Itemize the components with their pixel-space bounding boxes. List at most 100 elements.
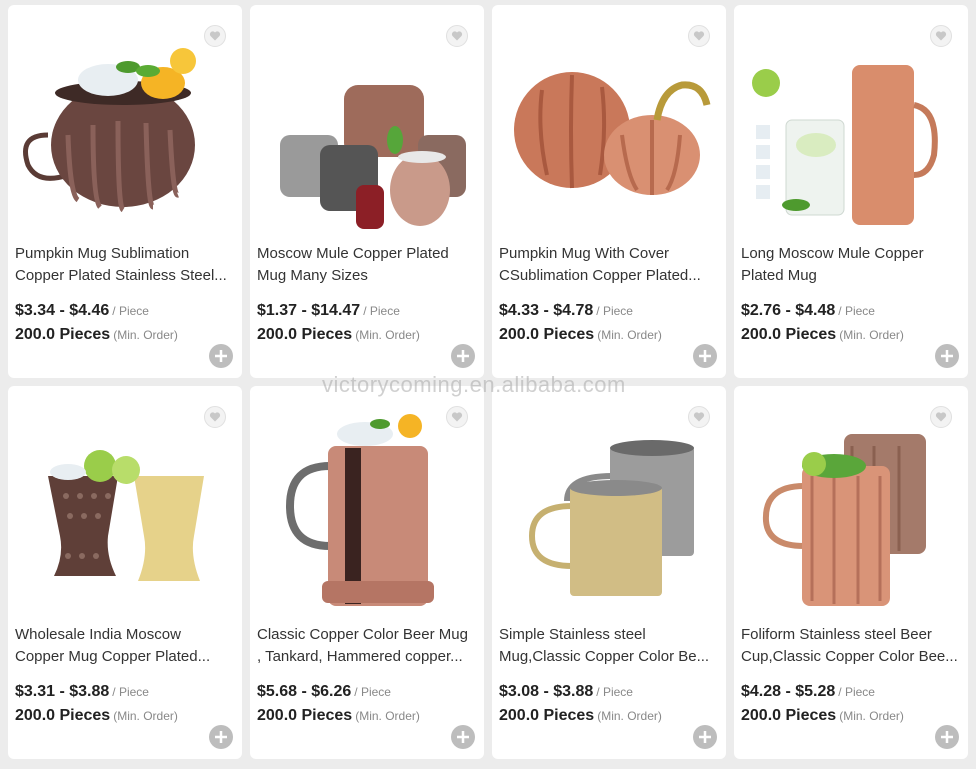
product-title-line2: Plated Mug [741, 267, 817, 284]
add-button[interactable] [693, 725, 717, 749]
product-price: $4.33 - $4.78 [499, 302, 594, 319]
price-row: $2.76 - $4.48/ Piece [741, 302, 875, 320]
product-image[interactable] [492, 406, 726, 616]
favorite-heart-icon[interactable] [930, 25, 952, 47]
product-title-line1: Long Moscow Mule Copper [741, 245, 924, 262]
product-title-line1: Pumpkin Mug Sublimation [15, 245, 190, 262]
min-order-note: (Min. Order) [839, 328, 904, 342]
add-button[interactable] [209, 725, 233, 749]
plus-icon [699, 731, 711, 743]
product-image[interactable] [734, 25, 968, 235]
product-title[interactable]: Simple Stainless steel Mug,Classic Coppe… [499, 624, 719, 668]
add-button[interactable] [693, 344, 717, 368]
favorite-heart-icon[interactable] [204, 25, 226, 47]
plus-icon [215, 731, 227, 743]
product-title[interactable]: Classic Copper Color Beer Mug , Tankard,… [257, 624, 477, 668]
favorite-heart-icon[interactable] [446, 406, 468, 428]
product-title-line2: Copper Mug Copper Plated... [15, 648, 211, 665]
product-price: $2.76 - $4.48 [741, 302, 836, 319]
price-row: $3.34 - $4.46/ Piece [15, 302, 149, 320]
min-order-note: (Min. Order) [113, 709, 178, 723]
product-card[interactable]: Classic Copper Color Beer Mug , Tankard,… [250, 386, 484, 759]
product-title-line2: Cup,Classic Copper Color Bee... [741, 648, 958, 665]
plus-icon [457, 731, 469, 743]
min-order-quantity: 200.0 Pieces [741, 707, 837, 724]
min-order-note: (Min. Order) [113, 328, 178, 342]
min-order-quantity: 200.0 Pieces [741, 326, 837, 343]
add-button[interactable] [451, 725, 475, 749]
min-order-quantity: 200.0 Pieces [257, 326, 353, 343]
price-unit: / Piece [838, 685, 875, 699]
product-image[interactable] [250, 25, 484, 235]
add-button[interactable] [451, 344, 475, 368]
plus-icon [699, 350, 711, 362]
product-price: $3.34 - $4.46 [15, 302, 110, 319]
product-card[interactable]: Pumpkin Mug With Cover CSublimation Copp… [492, 5, 726, 378]
price-unit: / Piece [354, 685, 391, 699]
plus-icon [941, 350, 953, 362]
favorite-heart-icon[interactable] [688, 25, 710, 47]
product-image[interactable] [250, 406, 484, 616]
price-row: $3.08 - $3.88/ Piece [499, 683, 633, 701]
min-order-note: (Min. Order) [839, 709, 904, 723]
product-card[interactable]: Simple Stainless steel Mug,Classic Coppe… [492, 386, 726, 759]
product-title[interactable]: Pumpkin Mug With Cover CSublimation Copp… [499, 243, 719, 287]
product-image[interactable] [8, 406, 242, 616]
product-title-line2: , Tankard, Hammered copper... [257, 648, 463, 665]
product-title-line1: Moscow Mule Copper Plated [257, 245, 449, 262]
add-button[interactable] [935, 344, 959, 368]
favorite-heart-icon[interactable] [204, 406, 226, 428]
heart-icon [935, 31, 947, 41]
product-card[interactable]: Moscow Mule Copper Plated Mug Many Sizes… [250, 5, 484, 378]
favorite-heart-icon[interactable] [688, 406, 710, 428]
min-order-quantity: 200.0 Pieces [499, 326, 595, 343]
price-row: $3.31 - $3.88/ Piece [15, 683, 149, 701]
product-title[interactable]: Wholesale India Moscow Copper Mug Copper… [15, 624, 235, 668]
product-title-line2: Copper Plated Stainless Steel... [15, 267, 227, 284]
price-unit: / Piece [363, 304, 400, 318]
product-title[interactable]: Moscow Mule Copper Plated Mug Many Sizes [257, 243, 477, 287]
product-title[interactable]: Pumpkin Mug Sublimation Copper Plated St… [15, 243, 235, 287]
product-price: $4.28 - $5.28 [741, 683, 836, 700]
moq-row: 200.0 Pieces (Min. Order) [15, 326, 178, 344]
product-image[interactable] [8, 25, 242, 235]
product-card[interactable]: Foliform Stainless steel Beer Cup,Classi… [734, 386, 968, 759]
heart-icon [935, 412, 947, 422]
price-unit: / Piece [112, 304, 149, 318]
product-title[interactable]: Foliform Stainless steel Beer Cup,Classi… [741, 624, 961, 668]
moq-row: 200.0 Pieces (Min. Order) [741, 707, 904, 725]
heart-icon [451, 31, 463, 41]
price-unit: / Piece [596, 304, 633, 318]
moq-row: 200.0 Pieces (Min. Order) [257, 326, 420, 344]
product-card[interactable]: Long Moscow Mule Copper Plated Mug $2.76… [734, 5, 968, 378]
min-order-note: (Min. Order) [355, 328, 420, 342]
product-price: $1.37 - $14.47 [257, 302, 361, 319]
moq-row: 200.0 Pieces (Min. Order) [741, 326, 904, 344]
watermark: victorycoming.en.alibaba.com [322, 372, 626, 397]
moq-row: 200.0 Pieces (Min. Order) [15, 707, 178, 725]
favorite-heart-icon[interactable] [446, 25, 468, 47]
product-image[interactable] [492, 25, 726, 235]
product-title-line1: Pumpkin Mug With Cover [499, 245, 670, 262]
min-order-quantity: 200.0 Pieces [15, 707, 111, 724]
min-order-quantity: 200.0 Pieces [499, 707, 595, 724]
product-title-line2: Mug,Classic Copper Color Be... [499, 648, 710, 665]
product-card[interactable]: Wholesale India Moscow Copper Mug Copper… [8, 386, 242, 759]
add-button[interactable] [935, 725, 959, 749]
product-title-line2: Mug Many Sizes [257, 267, 368, 284]
price-row: $5.68 - $6.26/ Piece [257, 683, 391, 701]
heart-icon [451, 412, 463, 422]
product-title[interactable]: Long Moscow Mule Copper Plated Mug [741, 243, 961, 287]
plus-icon [215, 350, 227, 362]
product-title-line1: Classic Copper Color Beer Mug [257, 626, 468, 643]
price-unit: / Piece [112, 685, 149, 699]
product-title-line2: CSublimation Copper Plated... [499, 267, 701, 284]
heart-icon [209, 31, 221, 41]
product-image[interactable] [734, 406, 968, 616]
add-button[interactable] [209, 344, 233, 368]
favorite-heart-icon[interactable] [930, 406, 952, 428]
product-card[interactable]: Pumpkin Mug Sublimation Copper Plated St… [8, 5, 242, 378]
product-title-line1: Simple Stainless steel [499, 626, 646, 643]
price-unit: / Piece [596, 685, 633, 699]
product-price: $5.68 - $6.26 [257, 683, 352, 700]
